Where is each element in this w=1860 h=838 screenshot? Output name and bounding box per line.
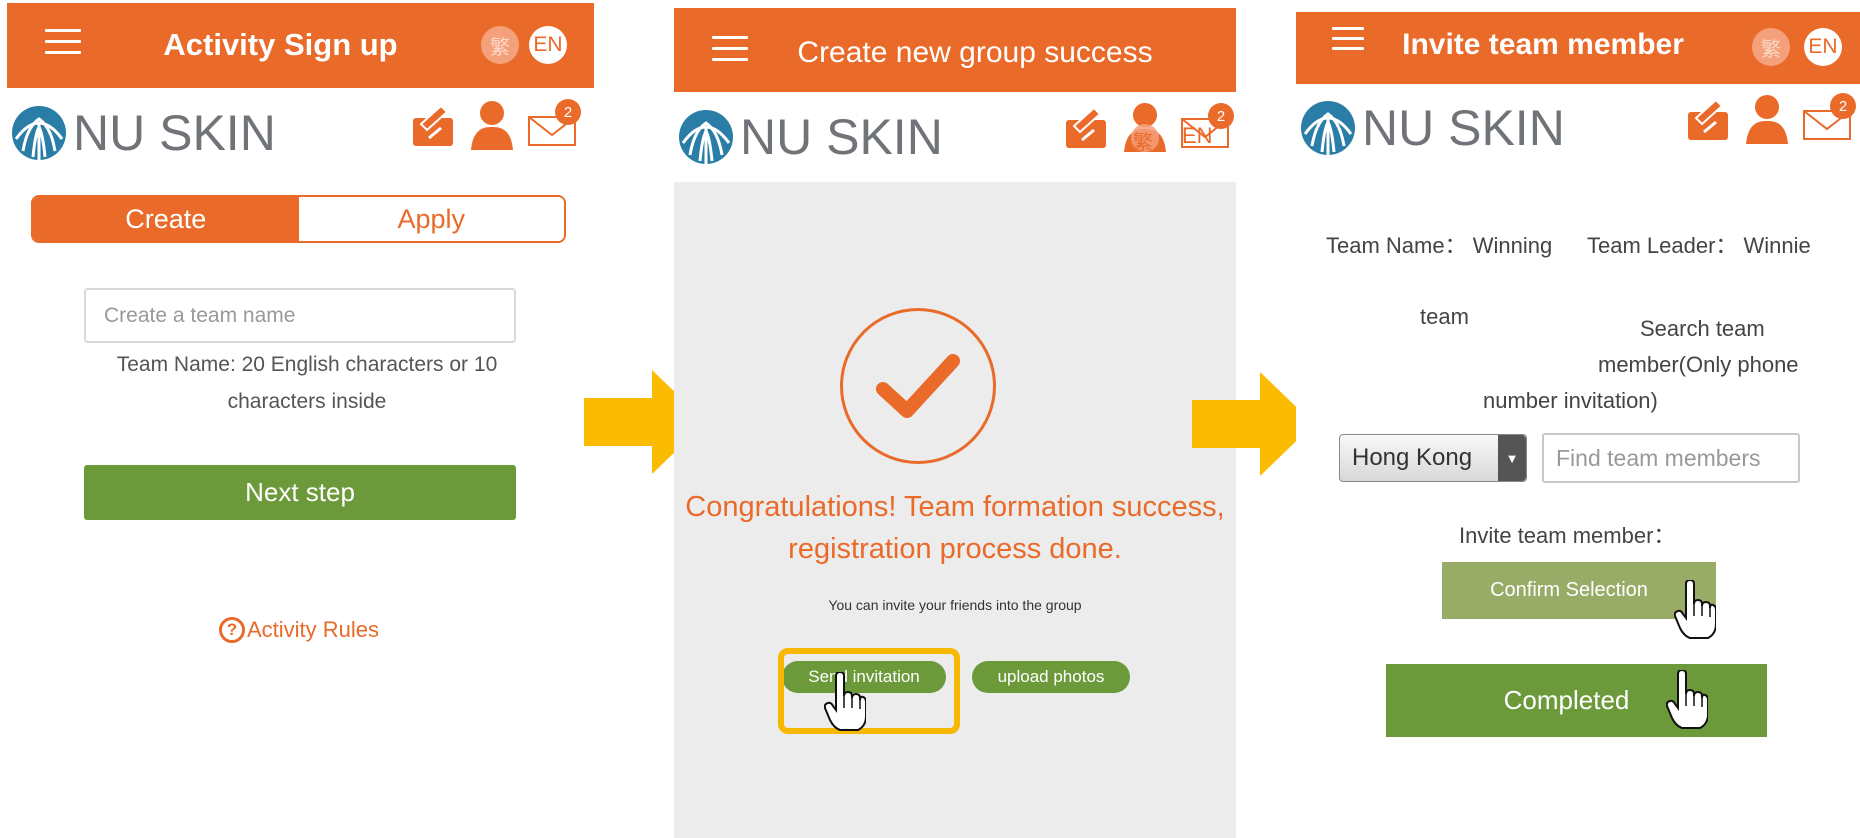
team-name-input[interactable]: Create a team name <box>84 288 516 343</box>
mail-icon[interactable]: 2 <box>527 99 581 147</box>
user-icon[interactable] <box>1744 94 1790 144</box>
congrats-line1: Congratulations! Team formation success, <box>685 491 1225 523</box>
mail-badge: 2 <box>555 99 581 125</box>
nu-skin-logo-icon <box>1301 101 1355 155</box>
edit-icon[interactable] <box>411 102 457 148</box>
completed-button[interactable]: Completed <box>1386 664 1767 737</box>
user-icon[interactable]: 繁 <box>1122 102 1168 154</box>
edit-icon[interactable] <box>1064 104 1110 150</box>
logo-text: NU SKIN <box>740 109 943 165</box>
question-icon: ? <box>219 617 245 643</box>
nu-skin-logo-icon <box>12 106 66 160</box>
tab-create[interactable]: Create <box>33 197 299 241</box>
top-bar: Create new group success <box>674 8 1236 92</box>
invite-hint: You can invite your friends into the gro… <box>828 597 1082 613</box>
send-invitation-highlight <box>778 648 960 734</box>
nu-skin-logo: NU SKIN <box>678 108 943 166</box>
team-name-hint-line1: Team Name: 20 English characters or 10 <box>116 353 498 376</box>
region-select-value: Hong Kong <box>1352 444 1473 471</box>
user-icon[interactable] <box>469 100 515 150</box>
nu-skin-logo-icon <box>679 110 733 164</box>
user-icon-overlay-zh: 繁 <box>1133 132 1153 154</box>
lang-en-button[interactable]: EN <box>529 26 567 64</box>
upload-photos-button[interactable]: upload photos <box>972 661 1130 693</box>
screen-invite-team-member: Invite team member 繁 EN NU SKIN 2 Team N… <box>1296 0 1860 838</box>
mail-icon-overlay-en: EN <box>1182 123 1213 148</box>
search-team-line3: number invitation) <box>1483 388 1658 413</box>
activity-rules-link[interactable]: ? Activity Rules <box>219 617 379 643</box>
nu-skin-logo: NU SKIN <box>11 104 276 162</box>
success-check-icon <box>840 308 996 464</box>
header-icons: 2 <box>411 99 591 150</box>
screen-activity-sign-up: Activity Sign up 繁 EN NU SKIN 2 Create A… <box>7 0 594 838</box>
screen-group-success: Create new group success NU SKIN 繁 EN 2 … <box>674 0 1236 838</box>
create-apply-toggle: Create Apply <box>31 195 566 243</box>
find-team-members-input[interactable]: Find team members <box>1542 433 1800 483</box>
lang-zh-button[interactable]: 繁 <box>481 26 519 64</box>
tutorial-stage: Activity Sign up 繁 EN NU SKIN 2 Create A… <box>0 0 1860 838</box>
logo-text: NU SKIN <box>1362 100 1565 156</box>
congrats-line2: registration process done. <box>788 533 1122 565</box>
top-bar: Invite team member 繁 EN <box>1296 12 1860 84</box>
lang-zh-button[interactable]: 繁 <box>1752 28 1790 66</box>
pointer-hand-icon <box>824 672 866 731</box>
activity-rules-label: Activity Rules <box>247 617 380 642</box>
mail-badge: 2 <box>1208 103 1234 129</box>
team-name-hint-line2: characters inside <box>227 390 387 413</box>
logo-text: NU SKIN <box>73 105 276 161</box>
mail-badge: 2 <box>1830 93 1856 119</box>
search-team-line2: member(Only phone <box>1598 352 1799 377</box>
mail-icon[interactable]: 2 <box>1802 93 1856 141</box>
edit-icon[interactable] <box>1686 96 1732 142</box>
team-leader-label: Team Leader： Winnie <box>1587 233 1811 258</box>
chevron-down-icon: ▼ <box>1498 435 1526 481</box>
header-icons: 繁 EN 2 <box>1064 102 1244 154</box>
region-select[interactable]: Hong Kong ▼ <box>1339 434 1527 482</box>
team-name-label: Team Name： Winning <box>1326 233 1553 258</box>
tab-apply[interactable]: Apply <box>298 197 564 241</box>
invite-team-member-label: Invite team member： <box>1459 523 1676 548</box>
pointer-hand-icon <box>1674 580 1716 639</box>
next-step-button[interactable]: Next step <box>84 465 516 520</box>
header-icons: 2 <box>1686 93 1860 144</box>
pointer-hand-icon <box>1666 670 1708 729</box>
mail-icon[interactable]: EN 2 <box>1180 103 1234 149</box>
page-title: Create new group success <box>797 36 1153 69</box>
search-team-line1: Search team <box>1640 316 1765 341</box>
lang-en-button[interactable]: EN <box>1804 28 1842 66</box>
team-name-wrap: team <box>1420 304 1469 329</box>
top-bar: Activity Sign up 繁 EN <box>7 3 594 88</box>
nu-skin-logo: NU SKIN <box>1300 99 1565 157</box>
